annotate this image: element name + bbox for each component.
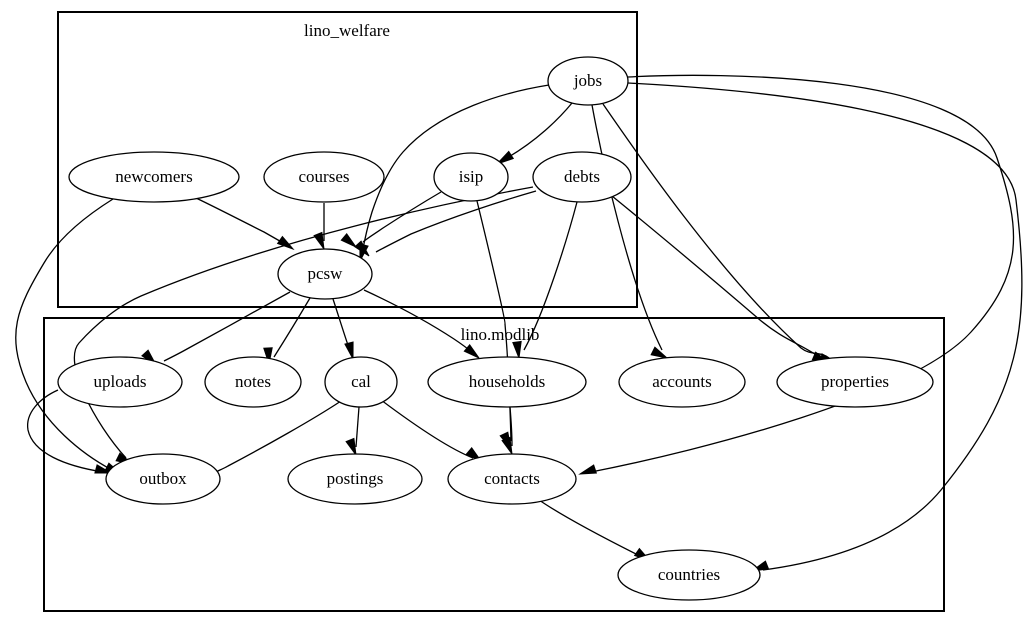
edge-line <box>538 499 643 558</box>
node-courses[interactable]: courses <box>263 151 385 203</box>
node-debts[interactable]: debts <box>532 151 632 203</box>
edge-line <box>73 186 534 459</box>
node-label-uploads: uploads <box>94 372 147 391</box>
arrowhead-icon <box>512 340 522 360</box>
node-label-courses: courses <box>299 167 350 186</box>
arrowhead-icon <box>344 341 354 360</box>
node-postings[interactable]: postings <box>287 453 423 505</box>
node-pcsw[interactable]: pcsw <box>277 248 373 300</box>
arrowhead-icon <box>578 464 598 475</box>
clusters-layer: lino_welfare lino.modlib <box>43 11 945 612</box>
node-label-postings: postings <box>327 469 384 488</box>
node-label-notes: notes <box>235 372 271 391</box>
arrowhead-icon <box>501 436 513 456</box>
edge-line <box>363 289 474 354</box>
node-households[interactable]: households <box>427 356 587 408</box>
node-label-countries: countries <box>658 565 720 584</box>
node-label-households: households <box>469 372 546 391</box>
node-contacts[interactable]: contacts <box>447 453 577 505</box>
edge-line <box>506 102 573 159</box>
node-isip[interactable]: isip <box>433 152 509 202</box>
edge-cal-to-postings <box>345 406 360 457</box>
node-jobs[interactable]: jobs <box>547 56 629 106</box>
edge-line <box>591 104 663 351</box>
dependency-graph: lino_welfare lino.modlib jobs newcomers cou… <box>15 11 1023 612</box>
cluster-label-lino_welfare: lino_welfare <box>304 21 390 40</box>
node-properties[interactable]: properties <box>776 356 934 408</box>
edge-line <box>355 406 360 448</box>
edge-line <box>362 191 442 243</box>
node-accounts[interactable]: accounts <box>618 356 746 408</box>
node-newcomers[interactable]: newcomers <box>68 151 240 203</box>
node-uploads[interactable]: uploads <box>57 356 183 408</box>
node-outbox[interactable]: outbox <box>105 453 221 505</box>
edge-isip-to-pcsw <box>340 191 442 249</box>
node-label-accounts: accounts <box>652 372 711 391</box>
node-label-outbox: outbox <box>139 469 187 488</box>
node-countries[interactable]: countries <box>617 549 761 601</box>
edge-line <box>380 399 474 459</box>
edge-pcsw-to-households <box>363 289 481 360</box>
arrowhead-icon <box>650 346 669 359</box>
edge-debts-to-properties <box>611 195 830 363</box>
node-label-pcsw: pcsw <box>308 264 344 283</box>
edge-line <box>627 82 1023 571</box>
node-label-newcomers: newcomers <box>115 167 192 186</box>
node-label-contacts: contacts <box>484 469 540 488</box>
cluster-label-lino_modlib: lino.modlib <box>461 325 540 344</box>
edge-debts-to-pcsw <box>354 190 537 257</box>
node-cal[interactable]: cal <box>324 356 398 408</box>
edge-contacts-to-countries <box>538 499 652 563</box>
edge-jobs-to-countries <box>627 82 1023 572</box>
edge-line <box>611 195 822 359</box>
arrowhead-icon <box>345 437 357 457</box>
edge-line <box>195 197 286 245</box>
node-label-cal: cal <box>351 372 371 391</box>
node-label-debts: debts <box>564 167 600 186</box>
node-notes[interactable]: notes <box>204 356 302 408</box>
edge-cal-to-contacts <box>380 399 483 463</box>
edge-line <box>15 198 114 471</box>
node-label-properties: properties <box>821 372 889 391</box>
node-label-isip: isip <box>459 167 484 186</box>
arrowhead-icon <box>463 343 481 360</box>
edge-line <box>375 190 537 253</box>
graph-canvas: lino_welfare lino.modlib jobs newcomers cou… <box>0 0 1026 627</box>
arrowhead-icon <box>340 232 358 249</box>
edge-newcomers-to-pcsw <box>195 197 295 251</box>
node-label-jobs: jobs <box>573 71 602 90</box>
edge-courses-to-pcsw <box>313 203 325 251</box>
